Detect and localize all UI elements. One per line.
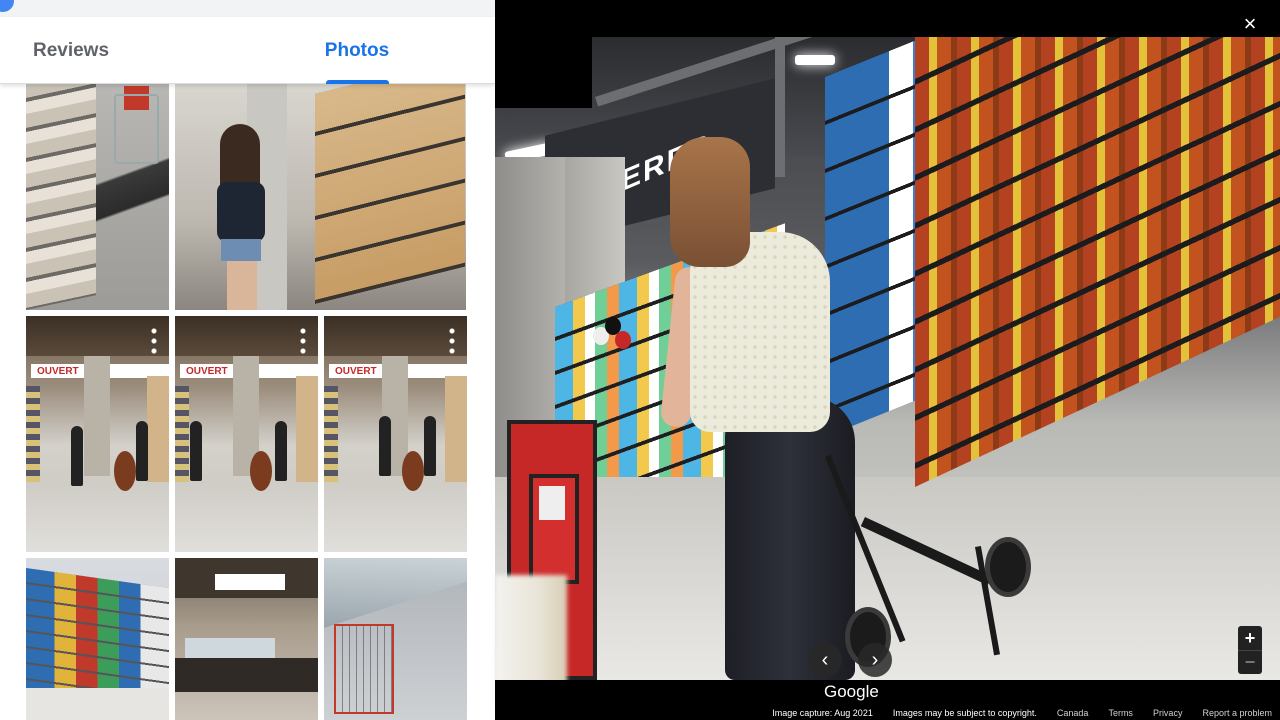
copyright-notice: Images may be subject to copyright. (892, 708, 1037, 718)
redaction-patch (495, 0, 592, 108)
photo-grid: OUVERT OUVERT OUVERT (0, 84, 495, 720)
footer-link-terms[interactable]: Terms (1108, 708, 1133, 718)
next-photo-button[interactable]: › (858, 643, 892, 677)
footer-links: Image capture: Aug 2021 Images may be su… (772, 708, 1272, 718)
thumb-cart (114, 94, 159, 164)
thumb-person (205, 124, 275, 310)
zoom-control: + − (1238, 626, 1262, 674)
footer-link-privacy[interactable]: Privacy (1153, 708, 1183, 718)
photo-thumbnail[interactable] (26, 84, 169, 310)
close-icon[interactable]: × (1236, 10, 1264, 38)
photo-thumbnail[interactable]: OUVERT (175, 316, 318, 552)
viewer-footer: Google Image capture: Aug 2021 Images ma… (495, 680, 1280, 720)
previous-photo-button[interactable]: ‹ (808, 643, 842, 677)
tab-photos[interactable]: Photos (290, 17, 424, 84)
zoom-out-button[interactable]: − (1238, 650, 1262, 674)
google-logo: Google (824, 682, 879, 701)
chevron-left-icon: ‹ (821, 648, 829, 671)
photo-thumbnail[interactable]: OUVERT (26, 316, 169, 552)
tab-bar: Reviews Photos (0, 17, 495, 84)
photo-thumbnail[interactable] (26, 558, 169, 720)
photo-thumbnail[interactable]: OUVERT (324, 316, 467, 552)
image-capture-date: Image capture: Aug 2021 (772, 708, 873, 718)
footer-link-canada[interactable]: Canada (1057, 708, 1089, 718)
thumb-shelf (26, 84, 96, 310)
chevron-right-icon: › (871, 648, 879, 671)
main-photo[interactable]: BIERES (495, 37, 1280, 680)
app-root: { "tabs": [ {"label": "Reviews", "active… (0, 0, 1280, 720)
place-panel: Reviews Photos OUVERT OUVERT OUVERT (0, 0, 495, 720)
thumb-bakery-rack (315, 84, 465, 304)
photo-thumbnail[interactable] (175, 84, 466, 310)
active-tab-indicator (326, 80, 389, 84)
shelf-sauce-jars (915, 37, 1280, 487)
photo-thumbnail[interactable] (324, 558, 467, 720)
back-button-edge[interactable] (0, 0, 14, 12)
photo-thumbnail[interactable] (175, 558, 318, 720)
footer-link-report-problem[interactable]: Report a problem (1202, 708, 1272, 718)
tab-reviews-label: Reviews (32, 39, 110, 61)
zoom-in-button[interactable]: + (1238, 626, 1262, 650)
tab-reviews[interactable]: Reviews (0, 17, 142, 84)
panel-header-strip (0, 0, 495, 17)
tab-photos-label: Photos (324, 39, 390, 61)
balloons (593, 317, 633, 357)
photo-viewer: BIERES × ‹ › + − Google Image capture: A… (495, 0, 1280, 720)
